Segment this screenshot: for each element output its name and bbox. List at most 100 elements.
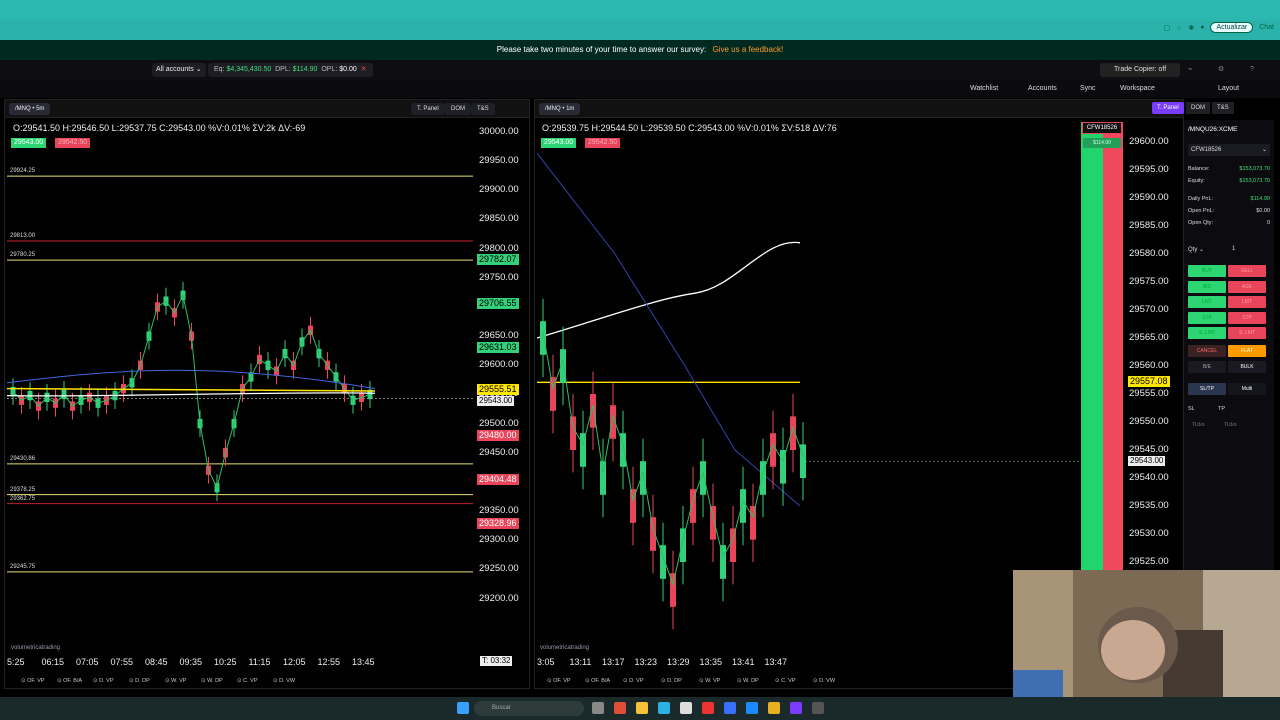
tp-label: TP xyxy=(1218,406,1226,412)
app-icon[interactable] xyxy=(614,702,626,714)
breakeven-button[interactable]: B/E xyxy=(1188,361,1226,373)
level-tag-red: 29404.48 xyxy=(477,474,519,486)
feedback-link[interactable]: Give us a feedback! xyxy=(712,45,783,54)
account-badge[interactable]: CFW18526 xyxy=(1082,122,1122,134)
buy-button-4[interactable]: S. LMT xyxy=(1188,327,1226,339)
vwap-tag: 29555.51 xyxy=(477,384,519,396)
level-tag-green: 29631.03 xyxy=(477,342,519,354)
sell-button-2[interactable]: LMT xyxy=(1228,296,1266,308)
edge-icon[interactable] xyxy=(658,702,670,714)
panel-symbol[interactable]: /MNQU26:XCME xyxy=(1188,126,1237,133)
buy-button-0[interactable]: BUY xyxy=(1188,265,1226,277)
account-select[interactable]: All accounts ⌄ xyxy=(152,63,206,77)
price-tick-label: 29530.00 xyxy=(1129,528,1169,539)
time-tick-label: 08:45 xyxy=(145,657,168,667)
candle-body xyxy=(710,506,716,540)
trade-copier-button[interactable]: Trade Copier: off xyxy=(1100,63,1181,77)
indicator-toggle[interactable]: ⊙ D. DP xyxy=(661,678,682,684)
indicator-toggle[interactable]: ⊙ W. VP xyxy=(699,678,720,684)
time-tick-label: 07:55 xyxy=(110,657,134,667)
taskbar-search[interactable]: Buscar xyxy=(474,701,584,716)
buy-button-3[interactable]: STP xyxy=(1188,311,1226,324)
indicator-toggle[interactable]: ⊙ W. VP xyxy=(165,678,186,684)
update-button[interactable]: Actualizar xyxy=(1210,22,1254,33)
sell-button-1[interactable]: ASK xyxy=(1228,280,1266,293)
browser-toolbar: ▢ ☆ ✱ ● Actualizar Chat xyxy=(0,20,1280,40)
time-tick-label: 13:45 xyxy=(352,657,375,667)
ticks-label: Ticks xyxy=(1224,422,1237,428)
time-tick-label: 13:17 xyxy=(602,657,625,667)
buy-button-2[interactable]: LMT xyxy=(1188,296,1226,308)
folder-icon[interactable] xyxy=(636,702,648,714)
profile-avatar[interactable]: ● xyxy=(1200,24,1204,31)
multi-tab[interactable]: Multi xyxy=(1228,383,1266,395)
time-tick-label: 06:15 xyxy=(41,657,65,667)
sltp-tab[interactable]: SL/TP xyxy=(1188,383,1226,395)
indicator-toggle[interactable]: ⊙ OF. B/A xyxy=(585,678,610,684)
app-icon[interactable] xyxy=(790,702,802,714)
chevron-down-icon: ⌄ xyxy=(1261,147,1267,153)
indicator-toggle[interactable]: ⊙ OF. B/A xyxy=(57,678,82,684)
puzzle-icon[interactable]: ✱ xyxy=(1188,24,1194,32)
qty-input[interactable]: 1 xyxy=(1232,246,1235,252)
extensions-icon[interactable]: ▢ xyxy=(1163,24,1170,32)
price-tick-label: 29650.00 xyxy=(479,330,519,342)
tab-t-panel[interactable]: T. Panel xyxy=(1152,102,1184,114)
help-icon[interactable]: ? xyxy=(1250,60,1254,80)
chart-left[interactable]: /MNQ • 5m T. Panel DOM T&S O:29541.50 H:… xyxy=(4,99,530,689)
buy-button-1[interactable]: BID xyxy=(1188,280,1226,293)
close-icon[interactable]: ✕ xyxy=(361,66,367,73)
task-view-icon[interactable] xyxy=(592,702,604,714)
chrome-icon[interactable] xyxy=(768,702,780,714)
price-tick-label: 29450.00 xyxy=(479,446,519,458)
indicator-toggle[interactable]: ⊙ C. VP xyxy=(775,678,796,684)
star-icon[interactable]: ☆ xyxy=(1176,24,1182,32)
cancel-button[interactable]: CANCEL xyxy=(1188,345,1226,357)
link-icon[interactable]: ⌁ xyxy=(1188,60,1192,80)
windows-start-icon[interactable] xyxy=(457,702,469,714)
watchlist-button[interactable]: Watchlist xyxy=(970,80,998,98)
bulk-button[interactable]: BULK xyxy=(1228,361,1266,373)
price-tick-label: 29575.00 xyxy=(1129,276,1169,287)
qty-select[interactable]: Qty ⌄ xyxy=(1188,246,1204,253)
chat-button[interactable]: Chat xyxy=(1259,24,1274,31)
app-icon[interactable] xyxy=(812,702,824,714)
sma-line xyxy=(536,241,801,339)
sell-button-4[interactable]: S. LMT xyxy=(1228,327,1266,339)
price-tick-label: 29540.00 xyxy=(1129,472,1169,483)
tab-ts[interactable]: T&S xyxy=(1212,102,1234,114)
candle-body xyxy=(750,506,756,540)
price-tick-label: 29555.00 xyxy=(1129,388,1169,399)
layout-button[interactable]: Layout xyxy=(1218,80,1239,98)
indicator-toggle[interactable]: ⊙ D. VW xyxy=(813,678,835,684)
app-icon[interactable] xyxy=(724,702,736,714)
price-tick-label: 29800.00 xyxy=(479,242,519,254)
sell-button-0[interactable]: SELL xyxy=(1228,265,1266,277)
price-tick-label: 29750.00 xyxy=(479,271,519,283)
indicator-toggle[interactable]: ⊙ D. VW xyxy=(273,678,295,684)
indicator-toggle[interactable]: ⊙ D. DP xyxy=(129,678,150,684)
window-titlebar xyxy=(0,0,1280,20)
gear-icon[interactable]: ⚙ xyxy=(1218,60,1224,80)
watermark: volumetricatrading xyxy=(11,645,61,651)
equity-summary: Eq: $4,345,430.50 DPL: $114.90 OPL: $0.0… xyxy=(208,63,373,77)
indicator-toggle[interactable]: ⊙ OF. VP xyxy=(21,678,45,684)
indicator-toggle[interactable]: ⊙ C. VP xyxy=(237,678,258,684)
app-icon[interactable] xyxy=(746,702,758,714)
app-icon[interactable] xyxy=(702,702,714,714)
indicator-toggle[interactable]: ⊙ W. DP xyxy=(737,678,759,684)
flat-button[interactable]: FLAT xyxy=(1228,345,1266,357)
sync-button[interactable]: Sync xyxy=(1080,80,1096,98)
price-tick-label: 29500.00 xyxy=(479,417,519,429)
indicator-toggle[interactable]: ⊙ D. VP xyxy=(623,678,644,684)
indicator-toggle[interactable]: ⊙ D. VP xyxy=(93,678,114,684)
sell-button-3[interactable]: STP xyxy=(1228,311,1266,324)
account-select[interactable]: CFW18526 ⌄ xyxy=(1188,144,1270,156)
time-tick-label: 12:05 xyxy=(283,657,306,667)
workspace-button[interactable]: Workspace xyxy=(1120,80,1155,98)
accounts-button[interactable]: Accounts xyxy=(1028,80,1057,98)
indicator-toggle[interactable]: ⊙ OF. VP xyxy=(547,678,571,684)
indicator-toggle[interactable]: ⊙ W. DP xyxy=(201,678,223,684)
tab-dom[interactable]: DOM xyxy=(1186,102,1210,114)
store-icon[interactable] xyxy=(680,702,692,714)
